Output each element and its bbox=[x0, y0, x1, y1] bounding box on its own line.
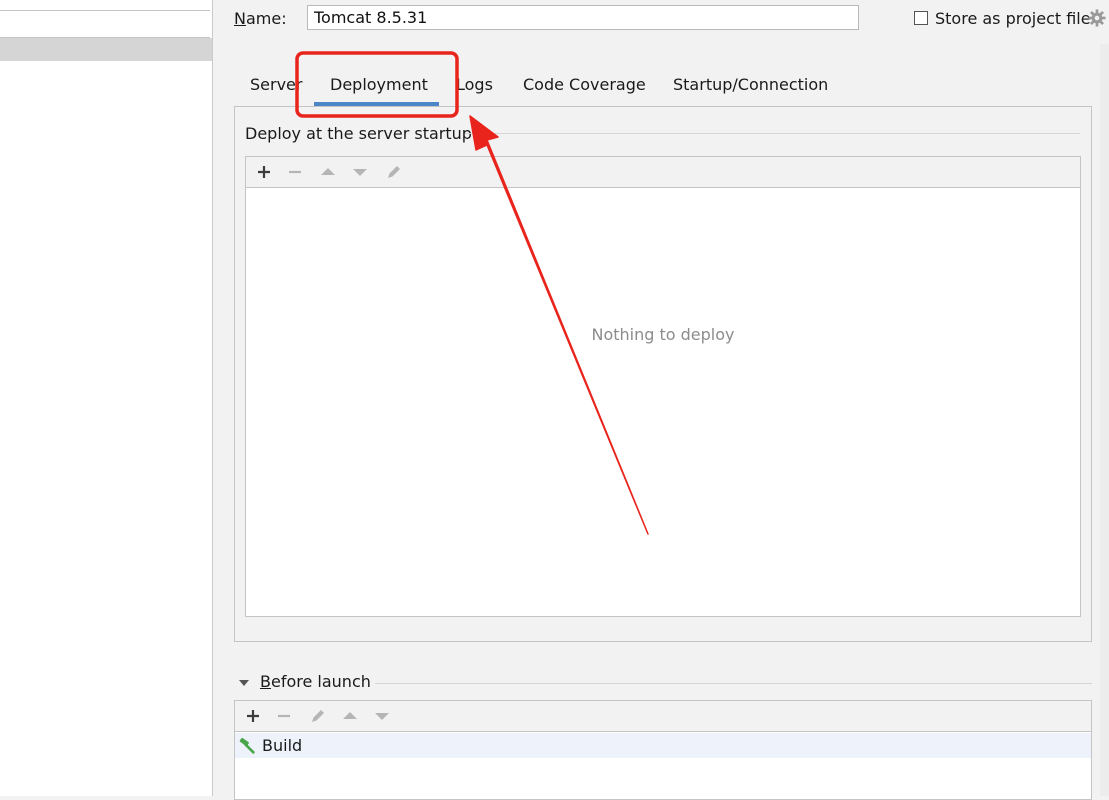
tree-search-field[interactable] bbox=[0, 10, 210, 38]
deployment-list[interactable]: Nothing to deploy bbox=[245, 156, 1081, 617]
collapse-arrow-icon[interactable] bbox=[238, 678, 250, 688]
name-input[interactable] bbox=[307, 5, 859, 30]
add-icon[interactable] bbox=[254, 162, 274, 182]
move-up-icon[interactable] bbox=[318, 162, 338, 182]
remove-icon[interactable] bbox=[274, 706, 294, 726]
tab-server[interactable]: Server bbox=[250, 75, 302, 94]
config-tree-panel bbox=[0, 0, 213, 796]
tab-startup-connection[interactable]: Startup/Connection bbox=[673, 75, 828, 94]
name-mnemonic: N bbox=[234, 9, 246, 28]
before-launch-title[interactable]: Before launch bbox=[260, 672, 371, 691]
tab-logs[interactable]: Logs bbox=[456, 75, 493, 94]
right-scrollbar-track[interactable] bbox=[1100, 44, 1109, 796]
move-up-icon[interactable] bbox=[340, 706, 360, 726]
before-launch-toolbar bbox=[235, 701, 1091, 732]
deploy-section-separator bbox=[465, 133, 1080, 134]
edit-icon[interactable] bbox=[384, 162, 404, 182]
tree-selected-item[interactable] bbox=[0, 38, 212, 61]
store-as-project-file-label[interactable]: Store as project file bbox=[935, 9, 1091, 28]
before-launch-mnemonic: B bbox=[260, 672, 271, 691]
gear-icon[interactable] bbox=[1088, 9, 1106, 27]
remove-icon[interactable] bbox=[285, 162, 305, 182]
deployment-toolbar bbox=[246, 157, 1080, 188]
move-down-icon[interactable] bbox=[350, 162, 370, 182]
before-launch-list[interactable]: Build bbox=[234, 700, 1092, 800]
build-hammer-icon bbox=[239, 737, 255, 754]
tab-code-coverage[interactable]: Code Coverage bbox=[523, 75, 646, 94]
edit-icon[interactable] bbox=[308, 706, 328, 726]
before-launch-title-rest: efore launch bbox=[270, 672, 371, 691]
store-as-project-file-checkbox[interactable] bbox=[914, 11, 928, 25]
deploy-empty-text: Nothing to deploy bbox=[591, 325, 735, 344]
before-launch-separator bbox=[375, 683, 1092, 684]
build-label: Build bbox=[262, 736, 303, 755]
name-label: Name: bbox=[234, 9, 287, 28]
add-icon[interactable] bbox=[243, 706, 263, 726]
tab-deployment[interactable]: Deployment bbox=[330, 75, 428, 94]
name-label-rest: ame: bbox=[245, 9, 287, 28]
move-down-icon[interactable] bbox=[372, 706, 392, 726]
before-launch-item[interactable]: Build bbox=[235, 733, 1091, 758]
deploy-section-title: Deploy at the server startup bbox=[245, 124, 472, 143]
